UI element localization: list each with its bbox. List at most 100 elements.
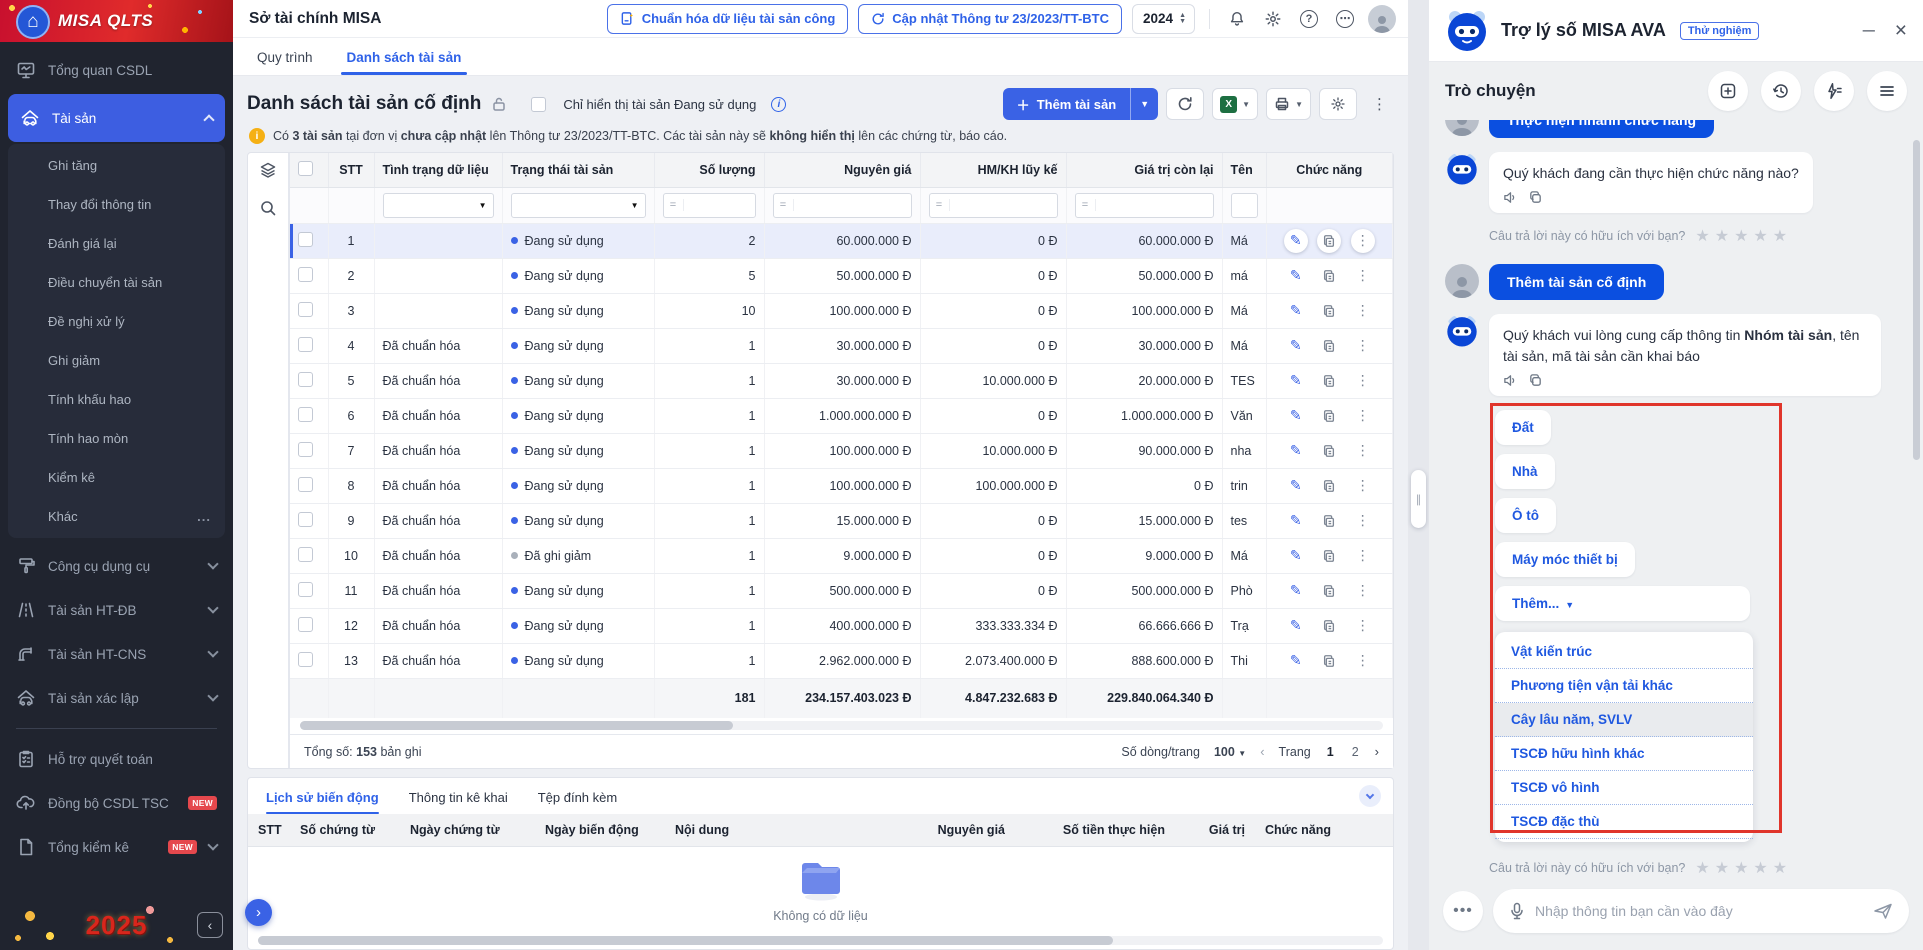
show-in-use-checkbox[interactable] xyxy=(531,97,546,112)
spinner-arrows-icon[interactable]: ▲▼ xyxy=(1179,13,1186,25)
row-more-icon[interactable]: ⋮ xyxy=(1351,404,1375,428)
copy-icon[interactable] xyxy=(1528,190,1543,205)
table-row[interactable]: 4 Đã chuẩn hóa Đang sử dụng 1 30.000.000… xyxy=(290,328,1393,363)
row-checkbox[interactable] xyxy=(298,582,313,597)
row-more-icon[interactable]: ⋮ xyxy=(1351,334,1375,358)
sidebar-collapse-button[interactable]: ‹ xyxy=(197,912,223,938)
select-all-checkbox[interactable] xyxy=(298,161,313,176)
col-data-status[interactable]: Tình trạng dữ liệu xyxy=(374,153,502,187)
row-more-icon[interactable]: ⋮ xyxy=(1351,439,1375,463)
speaker-icon[interactable] xyxy=(1503,373,1518,388)
dropdown-item[interactable]: TSCĐ đặc thù xyxy=(1495,805,1753,839)
submenu-item[interactable]: Thay đổi thông tin xyxy=(8,185,225,224)
col-asset-status[interactable]: Trạng thái tài sản xyxy=(502,153,654,187)
equals-filter-icon[interactable]: = xyxy=(930,199,950,211)
table-row[interactable]: 11 Đã chuẩn hóa Đang sử dụng 1 500.000.0… xyxy=(290,573,1393,608)
tab-quy-trinh[interactable]: Quy trình xyxy=(257,50,313,75)
table-row[interactable]: 8 Đã chuẩn hóa Đang sử dụng 1 100.000.00… xyxy=(290,468,1393,503)
sidebar-item-settlement-support[interactable]: Hỗ trợ quyết toán xyxy=(0,737,233,781)
submenu-item[interactable]: Ghi tăng xyxy=(8,146,225,185)
equals-filter-icon[interactable]: = xyxy=(774,199,794,211)
more-ellipsis-icon[interactable]: ... xyxy=(197,509,211,524)
asset-group-chip[interactable]: Nhà xyxy=(1495,454,1555,489)
add-asset-button[interactable]: ＋Thêm tài sản ▼ xyxy=(1003,88,1158,120)
expand-fab-button[interactable]: › xyxy=(245,899,272,926)
remaining-filter[interactable]: = xyxy=(1075,193,1214,218)
row-more-icon[interactable]: ⋮ xyxy=(1351,544,1375,568)
copy-icon[interactable] xyxy=(1317,579,1341,603)
copy-icon[interactable] xyxy=(1317,334,1341,358)
edit-icon[interactable]: ✎ xyxy=(1284,404,1308,428)
edit-icon[interactable]: ✎ xyxy=(1284,579,1308,603)
user-avatar[interactable] xyxy=(1368,5,1396,33)
next-page-icon[interactable]: › xyxy=(1375,744,1379,759)
edit-icon[interactable]: ✎ xyxy=(1284,229,1308,253)
row-more-icon[interactable]: ⋮ xyxy=(1351,229,1375,253)
export-excel-button[interactable]: X▼ xyxy=(1212,88,1258,120)
edit-icon[interactable]: ✎ xyxy=(1284,264,1308,288)
chat-input[interactable] xyxy=(1535,903,1863,919)
row-more-icon[interactable]: ⋮ xyxy=(1351,649,1375,673)
table-row[interactable]: 10 Đã chuẩn hóa Đã ghi giảm 1 9.000.000 … xyxy=(290,538,1393,573)
name-filter[interactable] xyxy=(1231,193,1258,218)
history-icon[interactable] xyxy=(1761,71,1801,111)
table-row[interactable]: 6 Đã chuẩn hóa Đang sử dụng 1 1.000.000.… xyxy=(290,398,1393,433)
sidebar-item-assets[interactable]: Tài sản xyxy=(8,94,225,142)
dropdown-item[interactable]: Phương tiện vận tải khác xyxy=(1495,669,1753,703)
qty-filter[interactable]: = xyxy=(663,193,756,218)
accum-filter[interactable]: = xyxy=(929,193,1058,218)
sidebar-item-overview[interactable]: Tổng quan CSDL xyxy=(0,48,233,92)
submenu-item-other[interactable]: Khác ... xyxy=(8,497,225,536)
row-more-icon[interactable]: ⋮ xyxy=(1351,579,1375,603)
page-1[interactable]: 1 xyxy=(1325,745,1336,759)
search-icon[interactable] xyxy=(259,199,277,217)
rating-stars[interactable]: ★★★★★ xyxy=(1695,226,1792,246)
copy-icon[interactable] xyxy=(1317,369,1341,393)
col-stt[interactable]: STT xyxy=(328,153,374,187)
sidebar-item-total-inventory[interactable]: Tổng kiểm kê NEW xyxy=(0,825,233,869)
minimize-icon[interactable]: ─ xyxy=(1863,22,1875,39)
send-icon[interactable] xyxy=(1873,902,1893,920)
row-more-icon[interactable]: ⋮ xyxy=(1351,369,1375,393)
edit-icon[interactable]: ✎ xyxy=(1284,369,1308,393)
help-icon[interactable]: ? xyxy=(1296,6,1322,32)
sidebar-item-sync-csdl[interactable]: Đồng bộ CSDL TSC NEW xyxy=(0,781,233,825)
menu-icon[interactable] xyxy=(1867,71,1907,111)
row-checkbox[interactable] xyxy=(298,267,313,282)
row-checkbox[interactable] xyxy=(298,652,313,667)
row-checkbox[interactable] xyxy=(298,232,313,247)
submenu-item[interactable]: Điều chuyển tài sản xyxy=(8,263,225,302)
collapse-panel-button[interactable] xyxy=(1359,785,1381,807)
submenu-item[interactable]: Đề nghị xử lý xyxy=(8,302,225,341)
table-horizontal-scrollbar[interactable] xyxy=(300,721,1383,730)
print-button[interactable]: ▼ xyxy=(1266,88,1311,120)
input-more-icon[interactable]: ••• xyxy=(1443,891,1483,931)
tab-attachments[interactable]: Tệp đính kèm xyxy=(538,790,618,814)
row-checkbox[interactable] xyxy=(298,302,313,317)
submenu-item[interactable]: Tính hao mòn xyxy=(8,419,225,458)
prev-page-icon[interactable]: ‹ xyxy=(1260,744,1264,759)
copy-icon[interactable] xyxy=(1317,474,1341,498)
page-2[interactable]: 2 xyxy=(1350,745,1361,759)
edit-icon[interactable]: ✎ xyxy=(1284,439,1308,463)
copy-icon[interactable] xyxy=(1317,404,1341,428)
sidebar-item-asset-establish[interactable]: Tài sản xác lập xyxy=(0,676,233,720)
asset-status-filter[interactable]: ▼ xyxy=(511,193,646,218)
dropdown-item[interactable]: Vật kiến trúc xyxy=(1495,635,1753,669)
table-settings-button[interactable] xyxy=(1319,88,1357,120)
col-cost[interactable]: Nguyên giá xyxy=(764,153,920,187)
data-status-filter[interactable]: ▼ xyxy=(383,193,494,218)
edit-icon[interactable]: ✎ xyxy=(1284,649,1308,673)
new-chat-icon[interactable] xyxy=(1708,71,1748,111)
sidebar-item-ht-cns[interactable]: Tài sản HT-CNS xyxy=(0,632,233,676)
dropdown-item[interactable]: TSCĐ vô hình xyxy=(1495,771,1753,805)
settings-icon[interactable] xyxy=(1260,6,1286,32)
table-row[interactable]: 7 Đã chuẩn hóa Đang sử dụng 1 100.000.00… xyxy=(290,433,1393,468)
copy-icon[interactable] xyxy=(1317,509,1341,533)
row-more-icon[interactable]: ⋮ xyxy=(1351,614,1375,638)
detail-horizontal-scrollbar[interactable] xyxy=(258,936,1383,945)
tab-history[interactable]: Lịch sử biến động xyxy=(266,790,379,814)
table-row[interactable]: 3 Đang sử dụng 10 100.000.000 Đ 0 Đ 100.… xyxy=(290,293,1393,328)
dropdown-item[interactable]: TSCĐ hữu hình khác xyxy=(1495,737,1753,771)
rows-per-page-select[interactable]: 100 ▼ xyxy=(1214,745,1246,759)
